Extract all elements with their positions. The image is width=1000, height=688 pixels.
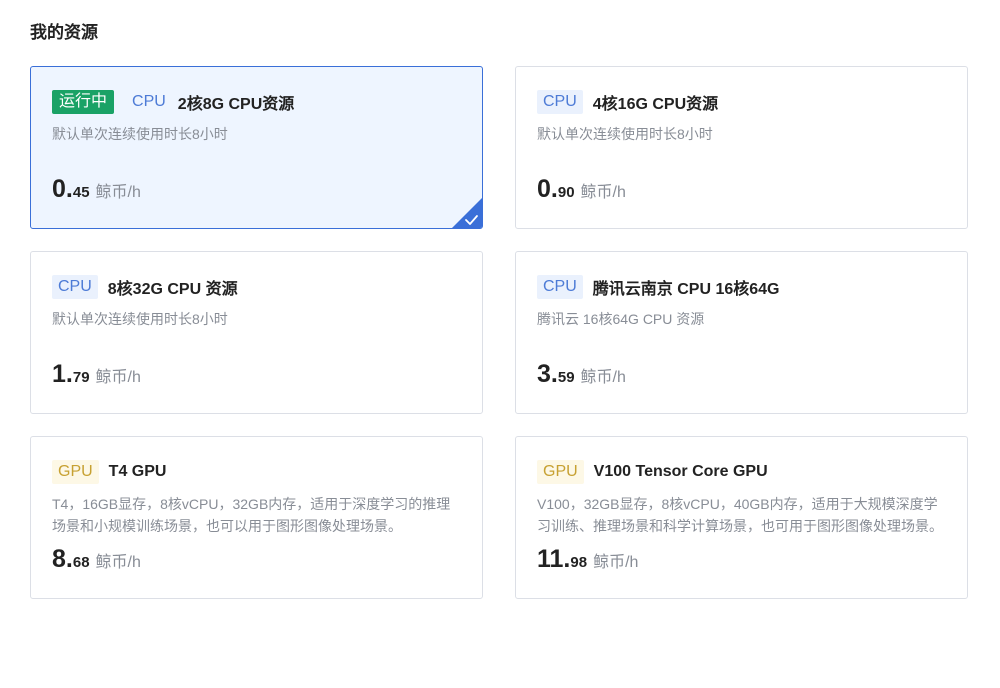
card-header: CPU 腾讯云南京 CPU 16核64G bbox=[537, 274, 780, 299]
resource-page: 我的资源 运行中 CPU 2核8G CPU资源 默认单次连续使用时长8小时 0.… bbox=[0, 0, 1000, 688]
check-icon bbox=[452, 198, 482, 228]
card-title: 4核16G CPU资源 bbox=[592, 95, 719, 113]
card-price: 0. 45 鲸币/h bbox=[52, 175, 141, 204]
price-integer: 8. bbox=[52, 545, 73, 573]
price-decimal: 68 bbox=[72, 554, 90, 571]
gpu-type-tag: GPU bbox=[537, 459, 584, 484]
card-price: 11. 98 鲸币/h bbox=[537, 545, 638, 574]
card-description: 腾讯云 16核64G CPU 资源 bbox=[537, 311, 705, 327]
price-unit: 鲸币/h bbox=[593, 554, 639, 571]
card-header: CPU 8核32G CPU 资源 bbox=[52, 274, 238, 299]
card-description: 默认单次连续使用时长8小时 bbox=[52, 311, 228, 327]
card-title: V100 Tensor Core GPU bbox=[593, 462, 768, 480]
price-integer: 0. bbox=[52, 175, 73, 203]
card-title: 2核8G CPU资源 bbox=[177, 95, 295, 113]
card-price: 0. 90 鲸币/h bbox=[537, 175, 626, 204]
resource-card-8c32g[interactable]: CPU 8核32G CPU 资源 默认单次连续使用时长8小时 1. 79 鲸币/… bbox=[30, 251, 483, 414]
cpu-type-tag: CPU bbox=[132, 92, 166, 110]
price-unit: 鲸币/h bbox=[580, 369, 626, 386]
card-price: 1. 79 鲸币/h bbox=[52, 360, 141, 389]
gpu-type-tag: GPU bbox=[52, 459, 99, 484]
price-unit: 鲸币/h bbox=[95, 369, 141, 386]
price-integer: 0. bbox=[537, 175, 558, 203]
resource-card-t4-gpu[interactable]: GPU T4 GPU T4，16GB显存，8核vCPU，32GB内存，适用于深度… bbox=[30, 436, 483, 599]
price-decimal: 45 bbox=[72, 184, 90, 201]
resource-card-4c16g[interactable]: CPU 4核16G CPU资源 默认单次连续使用时长8小时 0. 90 鲸币/h bbox=[515, 66, 968, 229]
card-price: 8. 68 鲸币/h bbox=[52, 545, 141, 574]
price-decimal: 59 bbox=[557, 369, 575, 386]
section-title: 我的资源 bbox=[30, 23, 98, 42]
status-badge: 运行中 bbox=[52, 89, 115, 114]
card-description: 默认单次连续使用时长8小时 bbox=[537, 126, 713, 142]
price-integer: 1. bbox=[52, 360, 73, 388]
card-description: 默认单次连续使用时长8小时 bbox=[52, 126, 228, 142]
resource-card-2c8g[interactable]: 运行中 CPU 2核8G CPU资源 默认单次连续使用时长8小时 0. 45 鲸… bbox=[30, 66, 483, 229]
card-header: GPU T4 GPU bbox=[52, 459, 166, 484]
cpu-type-tag: CPU bbox=[52, 274, 98, 299]
card-price: 3. 59 鲸币/h bbox=[537, 360, 626, 389]
card-title: T4 GPU bbox=[108, 462, 167, 480]
card-header: CPU 4核16G CPU资源 bbox=[537, 89, 718, 114]
cpu-type-tag: CPU bbox=[537, 274, 583, 299]
card-header: 运行中 CPU 2核8G CPU资源 bbox=[52, 89, 294, 114]
cpu-type-tag: CPU bbox=[537, 89, 583, 114]
price-decimal: 98 bbox=[570, 554, 588, 571]
card-title: 8核32G CPU 资源 bbox=[107, 280, 238, 298]
price-decimal: 79 bbox=[72, 369, 90, 386]
card-description: T4，16GB显存，8核vCPU，32GB内存，适用于深度学习的推理场景和小规模… bbox=[52, 496, 451, 534]
price-integer: 3. bbox=[537, 360, 558, 388]
card-description: V100，32GB显存，8核vCPU，40GB内存，适用于大规模深度学习训练、推… bbox=[537, 496, 943, 534]
price-unit: 鲸币/h bbox=[580, 184, 626, 201]
price-unit: 鲸币/h bbox=[95, 554, 141, 571]
price-decimal: 90 bbox=[557, 184, 575, 201]
price-unit: 鲸币/h bbox=[95, 184, 141, 201]
price-integer: 11. bbox=[537, 545, 571, 573]
resource-card-v100-gpu[interactable]: GPU V100 Tensor Core GPU V100，32GB显存，8核v… bbox=[515, 436, 968, 599]
card-title: 腾讯云南京 CPU 16核64G bbox=[592, 280, 780, 298]
resource-card-tencent-nanjing[interactable]: CPU 腾讯云南京 CPU 16核64G 腾讯云 16核64G CPU 资源 3… bbox=[515, 251, 968, 414]
card-header: GPU V100 Tensor Core GPU bbox=[537, 459, 768, 484]
